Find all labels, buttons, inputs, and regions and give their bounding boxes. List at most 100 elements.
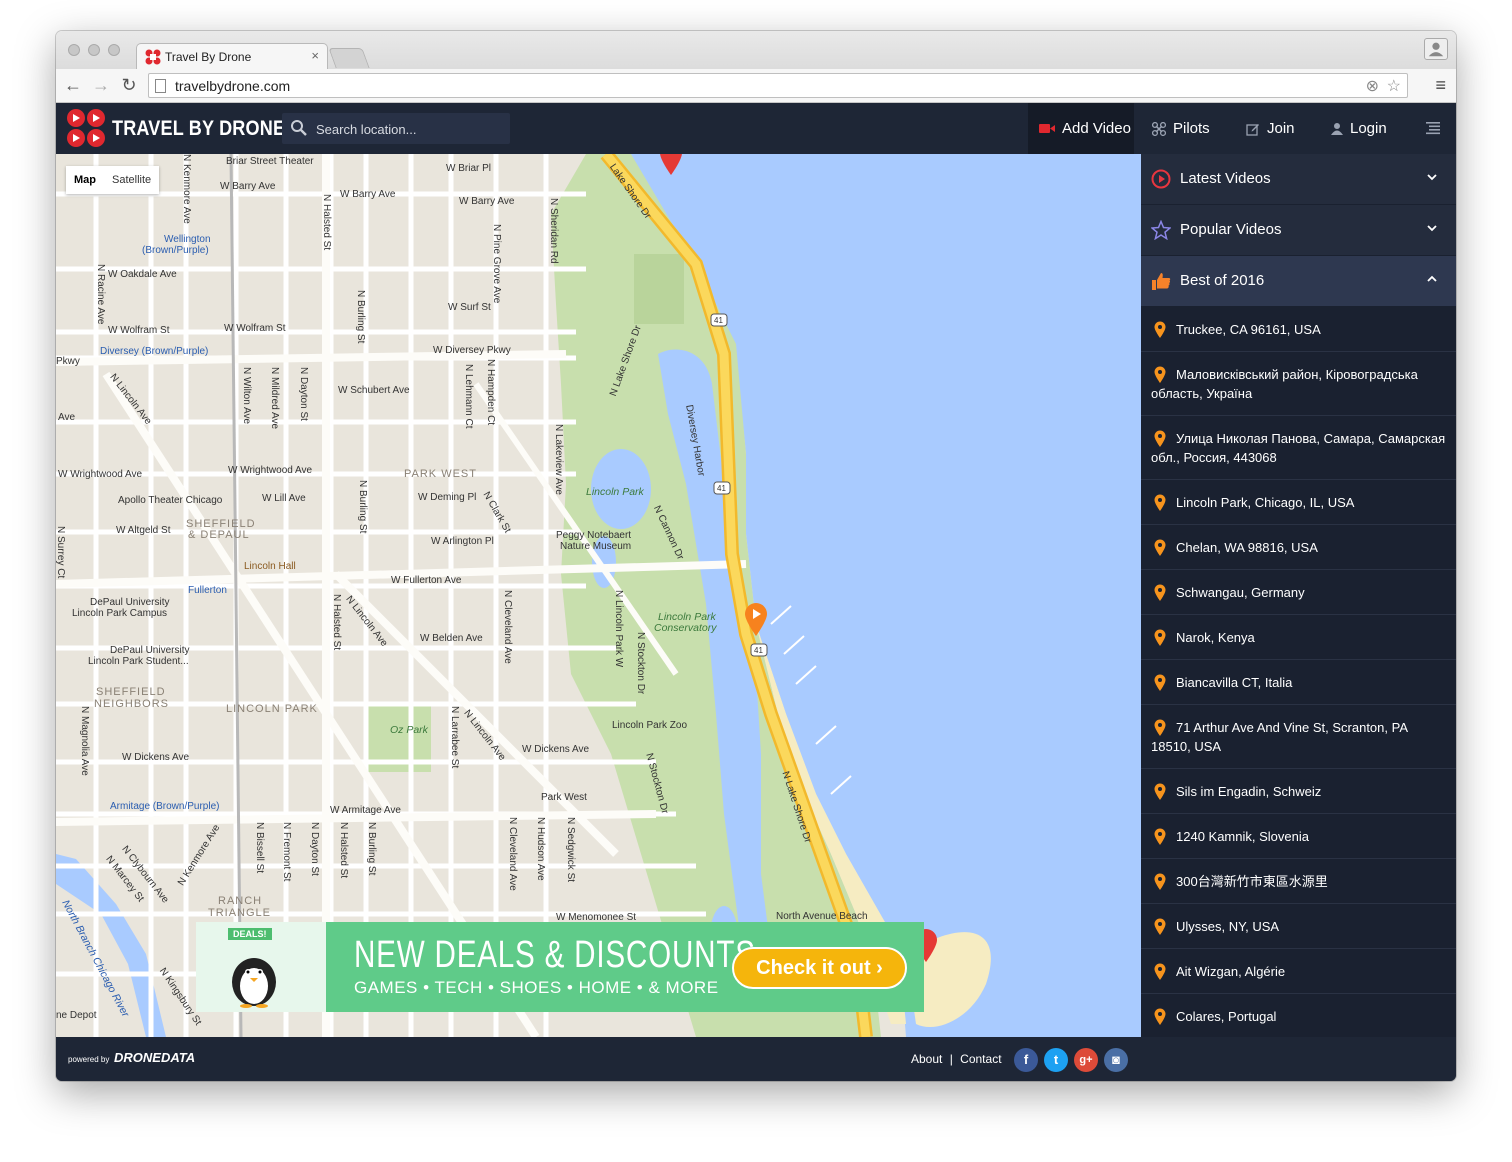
popular-videos-section[interactable]: Popular Videos bbox=[1141, 205, 1456, 256]
google-plus-icon[interactable]: g+ bbox=[1074, 1048, 1098, 1072]
location-item[interactable]: Narok, Kenya bbox=[1141, 615, 1456, 660]
map-label: N Pine Grove Ave bbox=[491, 224, 502, 304]
blocked-icon[interactable]: ⊗ bbox=[1366, 76, 1379, 96]
map-label: N Kenmore Ave bbox=[181, 154, 192, 224]
map-type-map-button[interactable]: Map bbox=[66, 166, 104, 194]
pilots-link[interactable]: Pilots bbox=[1152, 103, 1210, 154]
map-label: Ave bbox=[58, 412, 76, 423]
video-marker-icon[interactable] bbox=[744, 603, 768, 637]
location-search[interactable] bbox=[282, 113, 510, 144]
location-label: 1240 Kamnik, Slovenia bbox=[1176, 829, 1309, 844]
tab-title: Travel By Drone bbox=[165, 50, 252, 64]
map-label: N Burling St bbox=[355, 290, 366, 344]
map-label: W Diversey Pkwy bbox=[433, 345, 511, 356]
chevron-down-icon bbox=[1427, 174, 1437, 181]
tab-strip: Travel By Drone × bbox=[56, 31, 1456, 69]
location-item[interactable]: Sils im Engadin, Schweiz bbox=[1141, 769, 1456, 814]
location-item[interactable]: Ulysses, NY, USA bbox=[1141, 904, 1456, 949]
location-label: Chelan, WA 98816, USA bbox=[1176, 540, 1318, 555]
play-circle-icon bbox=[1151, 169, 1171, 189]
url-text: travelbydrone.com bbox=[175, 78, 291, 94]
map-label: N Burling St bbox=[357, 480, 368, 534]
location-item[interactable]: Colares, Portugal bbox=[1141, 994, 1456, 1037]
location-label: Ait Wizgan, Algérie bbox=[1176, 964, 1286, 979]
star-outline-icon bbox=[1151, 220, 1171, 240]
map-type-satellite-button[interactable]: Satellite bbox=[104, 166, 159, 194]
location-label: Маловисківський район, Кіровоградська об… bbox=[1151, 367, 1418, 401]
location-item[interactable]: Biancavilla CT, Italia bbox=[1141, 660, 1456, 705]
new-tab-button[interactable] bbox=[328, 48, 370, 68]
close-window-button[interactable] bbox=[68, 44, 80, 56]
map-canvas[interactable]: 41 41 41 Map Satellite Briar Street Thea… bbox=[56, 154, 1141, 1037]
forward-arrow-icon[interactable]: → bbox=[90, 74, 112, 96]
brand-title[interactable]: TRAVEL BY DRONE bbox=[112, 117, 285, 141]
reload-icon[interactable]: ↻ bbox=[118, 74, 140, 96]
location-item[interactable]: 1240 Kamnik, Slovenia bbox=[1141, 814, 1456, 859]
user-icon bbox=[1331, 122, 1343, 135]
location-item[interactable]: 71 Arthur Ave And Vine St, Scranton, PA … bbox=[1141, 705, 1456, 769]
location-item[interactable]: Truckee, CA 96161, USA bbox=[1141, 307, 1456, 352]
location-item[interactable]: Lincoln Park, Chicago, IL, USA bbox=[1141, 480, 1456, 525]
map-label: N Wilton Ave bbox=[241, 367, 252, 425]
search-input[interactable] bbox=[316, 119, 496, 139]
location-item[interactable]: Ait Wizgan, Algérie bbox=[1141, 949, 1456, 994]
map-label: N Burling St bbox=[366, 822, 377, 876]
chrome-menu-icon[interactable]: ≡ bbox=[1435, 75, 1446, 96]
map-pin-red-icon[interactable] bbox=[659, 154, 683, 176]
map-label: N Lehmann Ct bbox=[463, 364, 474, 429]
ad-banner[interactable]: DEALS! NEW DEALS & DISCOUNTS GAMES • TEC… bbox=[196, 922, 924, 1012]
instagram-icon[interactable]: ◙ bbox=[1104, 1048, 1128, 1072]
close-tab-icon[interactable]: × bbox=[311, 48, 319, 63]
map-label: N Dayton St bbox=[309, 822, 320, 876]
twitter-icon[interactable]: t bbox=[1044, 1048, 1068, 1072]
map-label: RANCH bbox=[218, 895, 263, 907]
back-arrow-icon[interactable]: ← bbox=[62, 74, 84, 96]
contact-link[interactable]: Contact bbox=[960, 1052, 1001, 1066]
sidebar-toggle-icon[interactable] bbox=[1426, 121, 1440, 135]
drone-logo-icon[interactable] bbox=[66, 108, 106, 148]
browser-tab[interactable]: Travel By Drone × bbox=[136, 43, 328, 69]
map-label: LINCOLN PARK bbox=[226, 703, 318, 715]
join-label: Join bbox=[1267, 120, 1295, 137]
map-label: Oz Park bbox=[390, 724, 428, 736]
map-label: (Brown/Purple) bbox=[142, 245, 209, 256]
map-label: Lincoln Park Zoo bbox=[612, 720, 688, 731]
login-link[interactable]: Login bbox=[1331, 103, 1387, 154]
location-label: Sils im Engadin, Schweiz bbox=[1176, 784, 1322, 799]
best-of-2016-section[interactable]: Best of 2016 bbox=[1141, 256, 1456, 307]
map-label: N Stockton Dr bbox=[635, 632, 646, 695]
location-item[interactable]: 300台灣新竹市東區水源里 bbox=[1141, 859, 1456, 904]
map-label: W Schubert Ave bbox=[338, 385, 410, 396]
map-label: ne Depot bbox=[56, 1010, 97, 1021]
powered-by-text: powered by bbox=[68, 1055, 110, 1064]
popular-videos-label: Popular Videos bbox=[1180, 221, 1282, 238]
map-label: N Halsted St bbox=[331, 594, 342, 651]
top-navbar: TRAVEL BY DRONE Add Video Pilots bbox=[56, 103, 1456, 154]
map-label: PARK WEST bbox=[404, 468, 477, 480]
map-label: N Lincoln Park W bbox=[613, 590, 624, 668]
location-item[interactable]: Schwangau, Germany bbox=[1141, 570, 1456, 615]
best-of-2016-label: Best of 2016 bbox=[1180, 272, 1265, 289]
minimize-window-button[interactable] bbox=[88, 44, 100, 56]
bookmark-star-icon[interactable]: ☆ bbox=[1387, 76, 1401, 96]
location-label: Lincoln Park, Chicago, IL, USA bbox=[1176, 495, 1355, 510]
location-item[interactable]: Chelan, WA 98816, USA bbox=[1141, 525, 1456, 570]
address-bar[interactable]: travelbydrone.com ⊗ ☆ bbox=[148, 73, 1408, 98]
latest-videos-section[interactable]: Latest Videos bbox=[1141, 154, 1456, 205]
join-link[interactable]: Join bbox=[1246, 103, 1295, 154]
map-label: Armitage (Brown/Purple) bbox=[110, 801, 220, 812]
add-video-button[interactable]: Add Video bbox=[1039, 103, 1131, 154]
profile-icon[interactable] bbox=[1424, 38, 1448, 60]
map-label: N Hudson Ave bbox=[535, 817, 546, 881]
zoom-window-button[interactable] bbox=[108, 44, 120, 56]
about-link[interactable]: About bbox=[911, 1052, 942, 1066]
facebook-icon[interactable]: f bbox=[1014, 1048, 1038, 1072]
location-item[interactable]: Улица Николая Панова, Самара, Самарская … bbox=[1141, 416, 1456, 480]
dronedata-logo[interactable]: DRONEDATA bbox=[114, 1050, 195, 1065]
map-label: N Magnolia Ave bbox=[79, 706, 90, 776]
chevron-down-icon bbox=[1427, 225, 1437, 232]
map-label: W Wolfram St bbox=[108, 325, 170, 336]
location-item[interactable]: Маловисківський район, Кіровоградська об… bbox=[1141, 352, 1456, 416]
ad-check-it-out-button[interactable]: Check it out › bbox=[732, 947, 907, 989]
map-label: W Dickens Ave bbox=[122, 752, 190, 763]
